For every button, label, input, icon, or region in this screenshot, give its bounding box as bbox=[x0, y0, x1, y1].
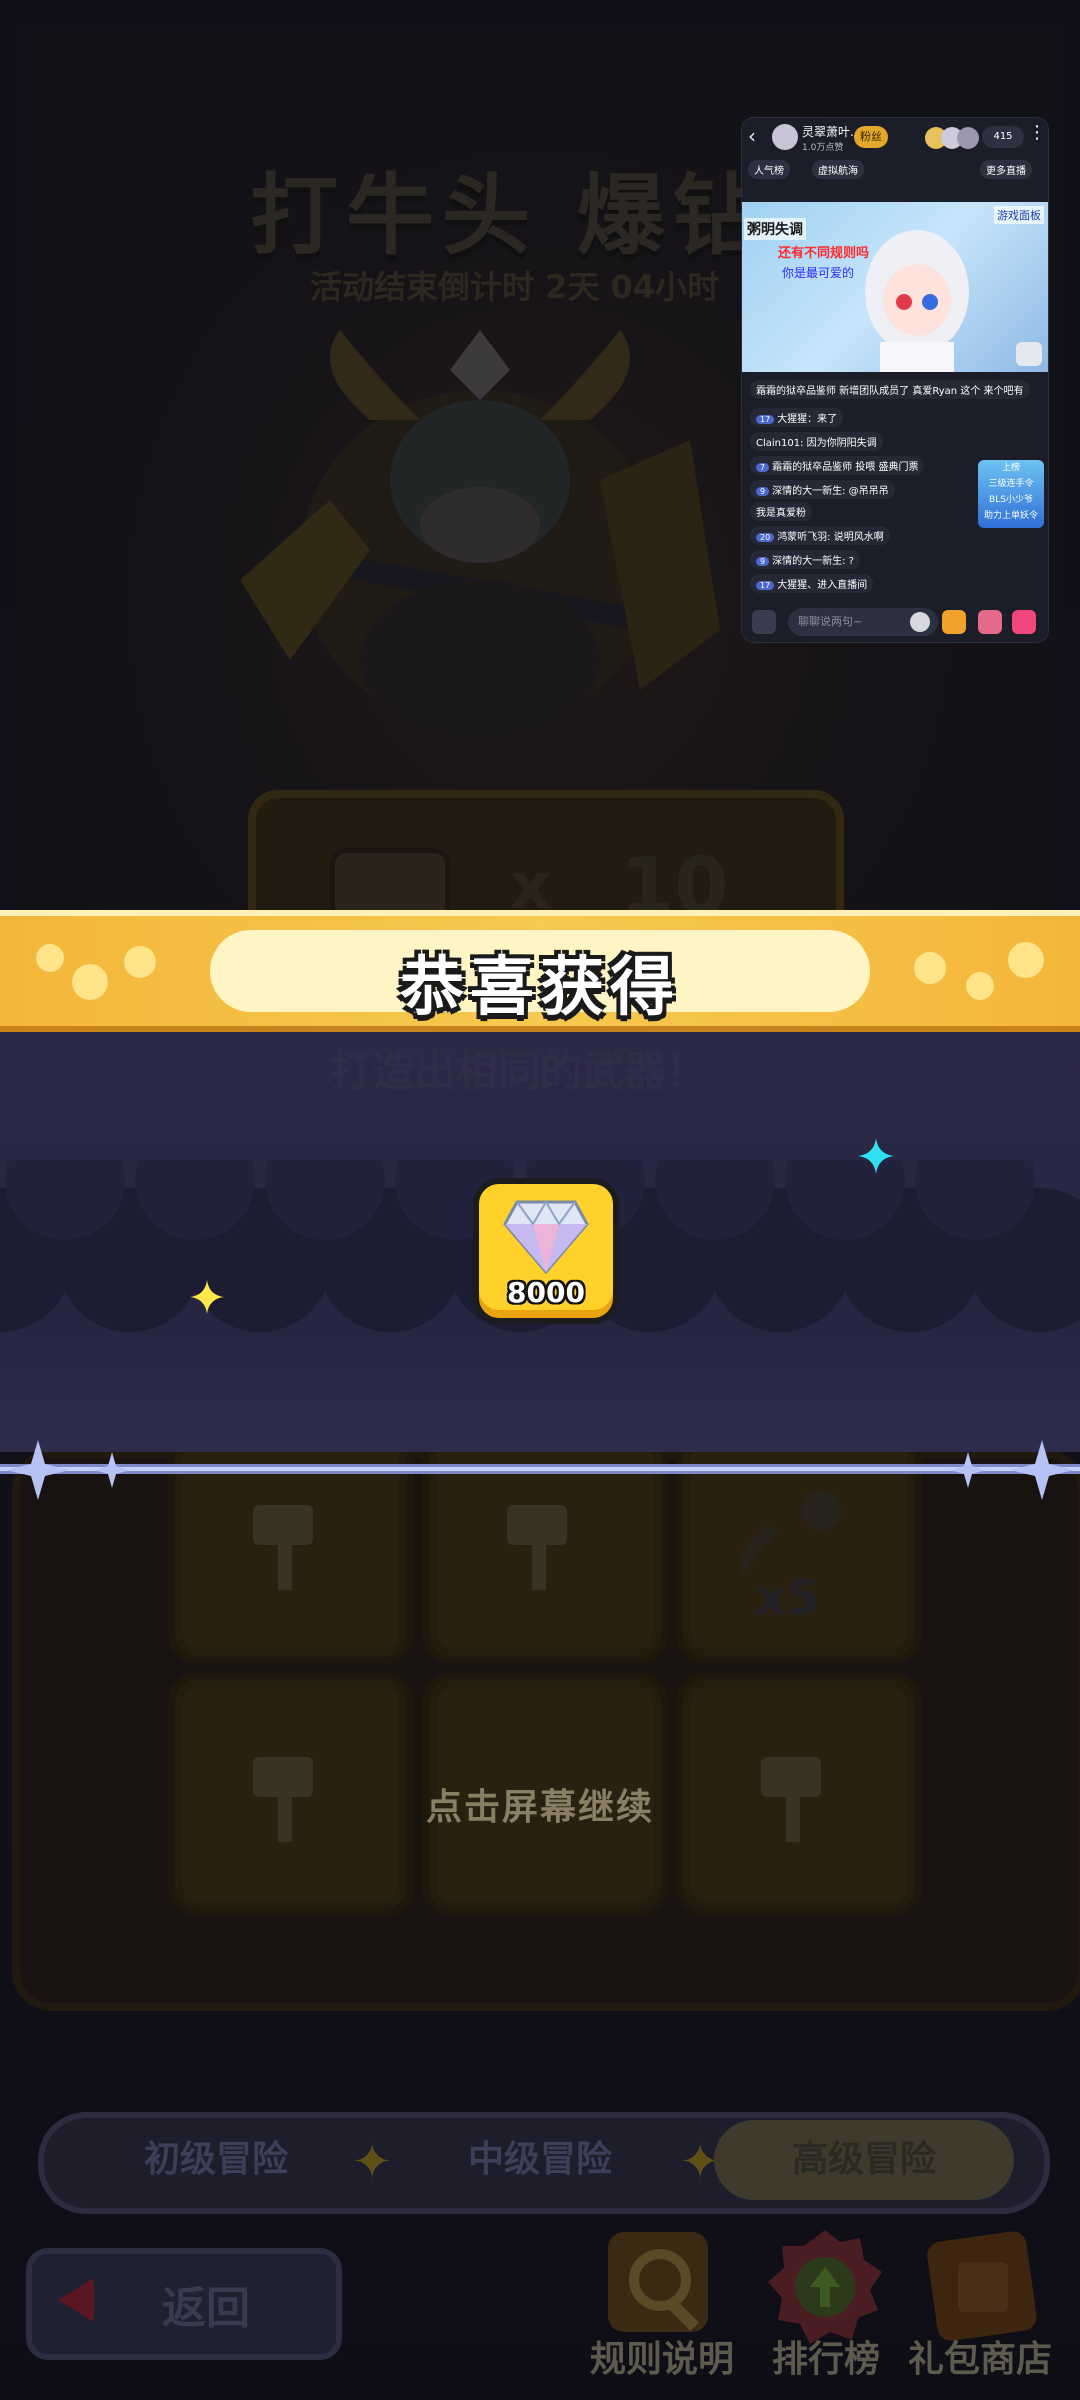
streamer-avatar[interactable] bbox=[772, 124, 798, 150]
sparkle-icon bbox=[190, 1280, 224, 1314]
emoji-icon[interactable] bbox=[910, 612, 930, 632]
grid-menu-icon[interactable] bbox=[752, 610, 776, 634]
chat-message: 我是真爱粉 bbox=[750, 502, 812, 521]
chat-message: 9 深情的大一新生: ? bbox=[750, 550, 860, 569]
chat-message: 霜霜的狱卒品鉴师 新增团队成员了 真爱Ryan 这个 来个吧有 bbox=[750, 380, 1030, 399]
cart-icon[interactable] bbox=[942, 610, 966, 634]
chat-message: 9 深情的大一新生: @吊吊吊 bbox=[750, 480, 895, 499]
back-label: 返回 bbox=[162, 2283, 250, 2334]
star-separator-icon: ✦ bbox=[352, 2134, 393, 2190]
streamer-likes: 1.0万点赞 bbox=[802, 143, 844, 153]
tap-to-continue-hint[interactable]: 点击屏幕继续 bbox=[0, 1778, 1080, 1830]
reward-item-tile: 8000 bbox=[473, 1178, 619, 1324]
live-stream-window[interactable]: ‹ 灵翠萧叶... 1.0万点赞 粉丝 415 ⋮ 人气榜 虚拟航海 更多直播 … bbox=[742, 118, 1048, 642]
more-icon[interactable]: ⋮ bbox=[1028, 122, 1046, 143]
video-caption: 粥明失调 bbox=[744, 218, 806, 240]
gift-box-icon[interactable] bbox=[1012, 610, 1036, 634]
gift-shop-label[interactable]: 礼包商店 bbox=[880, 2330, 1080, 2382]
tab-advanced[interactable]: 高级冒险 bbox=[714, 2120, 1014, 2200]
tab-beginner[interactable]: 初级冒险 bbox=[66, 2120, 366, 2200]
vtuber-avatar bbox=[865, 230, 969, 372]
congrats-banner: 恭喜获得 bbox=[0, 910, 1080, 1032]
promo-text: 三级连手令 bbox=[988, 479, 1034, 489]
live-video[interactable]: 粥明失调 还有不同规则吗 你是最可爱的 游戏面板 bbox=[742, 202, 1048, 372]
viewer-avatars bbox=[925, 127, 979, 149]
streamer-name: 灵翠萧叶... bbox=[802, 125, 862, 139]
reward-count: 8000 bbox=[507, 1276, 585, 1309]
live-tags: 人气榜 虚拟航海 更多直播 bbox=[748, 158, 1048, 182]
chat-message: 7 霜霜的狱卒品鉴师 投喂 盛典门票 bbox=[750, 456, 925, 475]
arrow-left-icon bbox=[58, 2278, 94, 2322]
video-caption: 还有不同规则吗 bbox=[778, 246, 870, 261]
promo-text: 上榜 bbox=[1001, 463, 1020, 473]
live-bottom-bar: 聊聊说两句~ bbox=[742, 600, 1048, 642]
chat-message: 20 鸿蒙听飞羽: 说明风水啊 bbox=[750, 526, 890, 545]
more-streams-tag[interactable]: 更多直播 bbox=[980, 160, 1032, 179]
live-header: ‹ 灵翠萧叶... 1.0万点赞 粉丝 415 ⋮ bbox=[742, 118, 1048, 158]
chat-message: 17 大猩猩：来了 bbox=[750, 408, 844, 427]
video-corner-label: 游戏面板 bbox=[994, 206, 1044, 224]
video-caption: 你是最可爱的 bbox=[782, 266, 855, 280]
gift-icon[interactable] bbox=[978, 610, 1002, 634]
back-button[interactable]: 返回 bbox=[26, 2248, 342, 2360]
promo-text: BLS小少爷 bbox=[989, 495, 1033, 505]
chevron-left-icon[interactable]: ‹ bbox=[748, 124, 756, 148]
sparkle-icon bbox=[858, 1138, 894, 1174]
congrats-title: 恭喜获得 bbox=[400, 951, 680, 1025]
promo-banner[interactable]: 上榜 三级连手令 BLS小少爷 助力上单妖令 bbox=[978, 460, 1044, 528]
category-tag[interactable]: 虚拟航海 bbox=[812, 160, 864, 179]
forge-hint: 打造出相同的武器！ bbox=[330, 1047, 709, 1096]
fan-badge[interactable]: 粉丝 bbox=[854, 126, 888, 148]
chat-message: Clain101: 因为你阴阳失调 bbox=[750, 432, 883, 451]
picture-in-picture-icon[interactable] bbox=[1016, 342, 1042, 366]
popup-divider bbox=[0, 1440, 1080, 1500]
chat-message: 17 大猩猩、进入直播间 bbox=[750, 574, 874, 593]
diamond-icon bbox=[503, 1200, 589, 1274]
promo-text: 助力上单妖令 bbox=[983, 511, 1038, 521]
tab-intermediate[interactable]: 中级冒险 bbox=[390, 2120, 690, 2200]
popularity-tag[interactable]: 人气榜 bbox=[748, 160, 790, 179]
viewer-count[interactable]: 415 bbox=[982, 126, 1024, 148]
